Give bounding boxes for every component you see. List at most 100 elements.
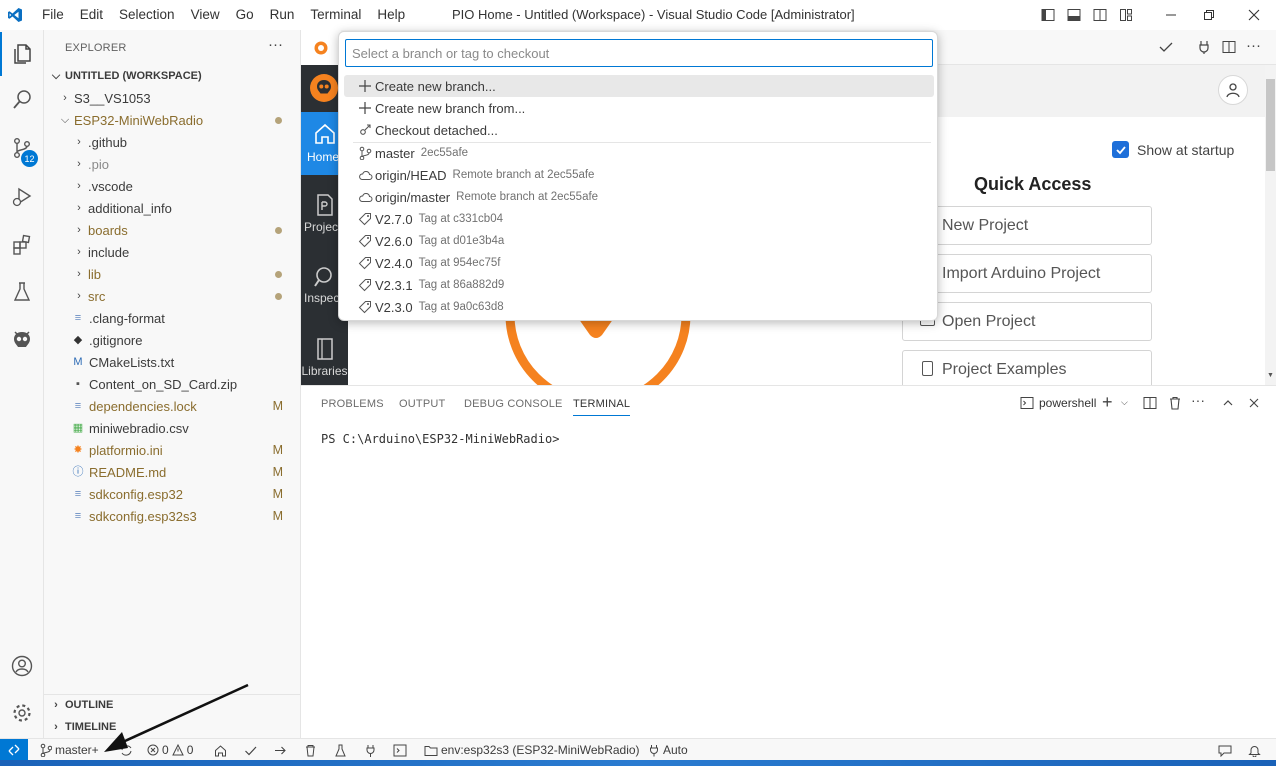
panel-more-actions-icon[interactable]: ··· xyxy=(1191,392,1205,408)
folder-item[interactable]: › include xyxy=(44,241,300,263)
restore-icon[interactable] xyxy=(1194,0,1224,30)
workspace-header[interactable]: ⌵ UNTITLED (WORKSPACE) xyxy=(44,65,300,87)
menu-edit[interactable]: Edit xyxy=(72,0,111,30)
ref-item[interactable]: V2.4.0 Tag at 954ec75f xyxy=(344,252,934,274)
ref-item[interactable]: origin/HEAD Remote branch at 2ec55afe xyxy=(344,164,934,186)
branch-search-input[interactable] xyxy=(345,39,933,67)
maximize-panel-icon[interactable] xyxy=(1221,396,1235,410)
manage-gear-icon[interactable] xyxy=(0,691,44,735)
ref-item[interactable]: V2.3.0 Tag at 9a0c63d8 xyxy=(344,296,934,318)
plug-icon[interactable] xyxy=(1196,39,1212,55)
ref-item[interactable]: V2.3.1 Tag at 86a882d9 xyxy=(344,274,934,296)
editor-more-actions-icon[interactable]: ··· xyxy=(1246,37,1261,54)
new-terminal-icon[interactable]: + xyxy=(1102,392,1113,413)
folder-item[interactable]: › .github xyxy=(44,131,300,153)
pio-test-icon[interactable] xyxy=(334,739,347,761)
file-item[interactable]: M CMakeLists.txt xyxy=(44,351,300,373)
ref-item[interactable]: V2.6.0 Tag at d01e3b4a xyxy=(344,230,934,252)
checkout-detached-item[interactable]: Checkout detached... xyxy=(344,119,934,141)
feedback-icon[interactable] xyxy=(1218,739,1232,761)
terminal-shell-selector[interactable]: powershell xyxy=(1020,396,1096,410)
project-examples-button[interactable]: Project Examples xyxy=(902,350,1152,389)
chevron-down-icon[interactable]: ⌵ xyxy=(1121,397,1128,408)
accounts-icon[interactable] xyxy=(0,644,44,688)
toggle-panel-icon[interactable] xyxy=(1062,0,1086,30)
folder-item[interactable]: › .vscode xyxy=(44,175,300,197)
file-item[interactable]: ≡ sdkconfig.esp32s3 M xyxy=(44,505,300,527)
split-terminal-icon[interactable] xyxy=(1143,396,1157,410)
folder-item[interactable]: › boards xyxy=(44,219,300,241)
menu-run[interactable]: Run xyxy=(262,0,303,30)
menu-go[interactable]: Go xyxy=(228,0,262,30)
pio-upload-icon[interactable] xyxy=(274,739,287,761)
folder-item[interactable]: › lib xyxy=(44,263,300,285)
branch-status[interactable]: master+ xyxy=(40,739,99,761)
checkmark-icon[interactable] xyxy=(1158,39,1174,55)
ref-item[interactable]: origin/master Remote branch at 2ec55afe xyxy=(344,186,934,208)
testing-icon[interactable] xyxy=(0,270,44,314)
file-item[interactable]: ≡ sdkconfig.esp32 M xyxy=(44,483,300,505)
folder-item[interactable]: › S3__VS1053 xyxy=(44,87,300,109)
create-new-branch-item[interactable]: Create new branch... xyxy=(344,75,934,97)
extensions-icon[interactable] xyxy=(0,223,44,267)
close-window-icon[interactable] xyxy=(1238,0,1270,30)
file-item[interactable]: ▦ miniwebradio.csv xyxy=(44,417,300,439)
pio-nav-libraries[interactable]: Libraries xyxy=(301,337,348,378)
split-editor-icon[interactable] xyxy=(1221,39,1237,55)
editor-scrollbar[interactable]: ▼ xyxy=(1265,65,1276,385)
file-item[interactable]: ⓘ README.md M xyxy=(44,461,300,483)
tab-debug-console[interactable]: DEBUG CONSOLE xyxy=(464,398,563,410)
menu-selection[interactable]: Selection xyxy=(111,0,183,30)
search-icon[interactable] xyxy=(0,78,44,122)
file-item[interactable]: ◆ .gitignore xyxy=(44,329,300,351)
pio-serial-monitor-icon[interactable] xyxy=(364,739,377,761)
tab-output[interactable]: OUTPUT xyxy=(399,398,445,410)
item-label: .github xyxy=(88,134,128,150)
file-item[interactable]: ≡ dependencies.lock M xyxy=(44,395,300,417)
scroll-down-arrow-icon[interactable]: ▼ xyxy=(1267,372,1274,379)
tab-pio-home[interactable] xyxy=(301,30,341,65)
pio-port-selector[interactable]: Auto xyxy=(648,739,688,761)
scrollbar-thumb[interactable] xyxy=(1266,79,1275,171)
toggle-secondary-sidebar-icon[interactable] xyxy=(1088,0,1112,30)
close-panel-icon[interactable] xyxy=(1247,396,1261,410)
folder-item[interactable]: › src xyxy=(44,285,300,307)
menu-view[interactable]: View xyxy=(183,0,228,30)
ref-item[interactable]: V2.7.0 Tag at c331cb04 xyxy=(344,208,934,230)
platformio-icon[interactable] xyxy=(0,318,44,362)
chevron-right-icon: › xyxy=(77,290,81,302)
new-project-button[interactable]: New Project xyxy=(902,206,1152,245)
folder-item[interactable]: ⌵ ESP32-MiniWebRadio xyxy=(44,109,300,131)
explorer-icon[interactable] xyxy=(0,32,44,76)
menu-terminal[interactable]: Terminal xyxy=(302,0,369,30)
tab-problems[interactable]: PROBLEMS xyxy=(321,398,384,410)
file-item[interactable]: ▪ Content_on_SD_Card.zip xyxy=(44,373,300,395)
tab-terminal[interactable]: TERMINAL xyxy=(573,398,631,416)
user-account-icon[interactable] xyxy=(1218,75,1248,105)
folder-item[interactable]: › .pio xyxy=(44,153,300,175)
run-debug-icon[interactable] xyxy=(0,175,44,219)
terminal-prompt[interactable]: PS C:\Arduino\ESP32-MiniWebRadio> xyxy=(321,432,559,446)
ref-description: Tag at 86a882d9 xyxy=(418,279,505,291)
trash-icon[interactable] xyxy=(1168,396,1182,410)
import-arduino-project-button[interactable]: Import Arduino Project xyxy=(902,254,1152,293)
minimize-icon[interactable] xyxy=(1148,0,1194,30)
create-new-branch-from-item[interactable]: Create new branch from... xyxy=(344,97,934,119)
pio-terminal-icon[interactable] xyxy=(393,739,407,761)
explorer-more-actions-icon[interactable]: ··· xyxy=(268,36,283,53)
customize-layout-icon[interactable] xyxy=(1114,0,1138,30)
notifications-bell-icon[interactable] xyxy=(1248,739,1261,761)
file-item[interactable]: ✸ platformio.ini M xyxy=(44,439,300,461)
show-at-startup-checkbox[interactable] xyxy=(1112,141,1129,158)
remote-indicator[interactable] xyxy=(0,739,28,761)
open-project-button[interactable]: Open Project xyxy=(902,302,1152,341)
menu-file[interactable]: File xyxy=(34,0,72,30)
file-item[interactable]: ≡ .clang-format xyxy=(44,307,300,329)
pio-env-selector[interactable]: env:esp32s3 (ESP32-MiniWebRadio) xyxy=(424,739,640,761)
pio-clean-icon[interactable] xyxy=(304,739,317,761)
menu-help[interactable]: Help xyxy=(369,0,413,30)
ref-item[interactable]: master 2ec55afe xyxy=(344,142,934,164)
git-file-icon: ◆ xyxy=(73,334,83,346)
toggle-primary-sidebar-icon[interactable] xyxy=(1036,0,1060,30)
folder-item[interactable]: › additional_info xyxy=(44,197,300,219)
